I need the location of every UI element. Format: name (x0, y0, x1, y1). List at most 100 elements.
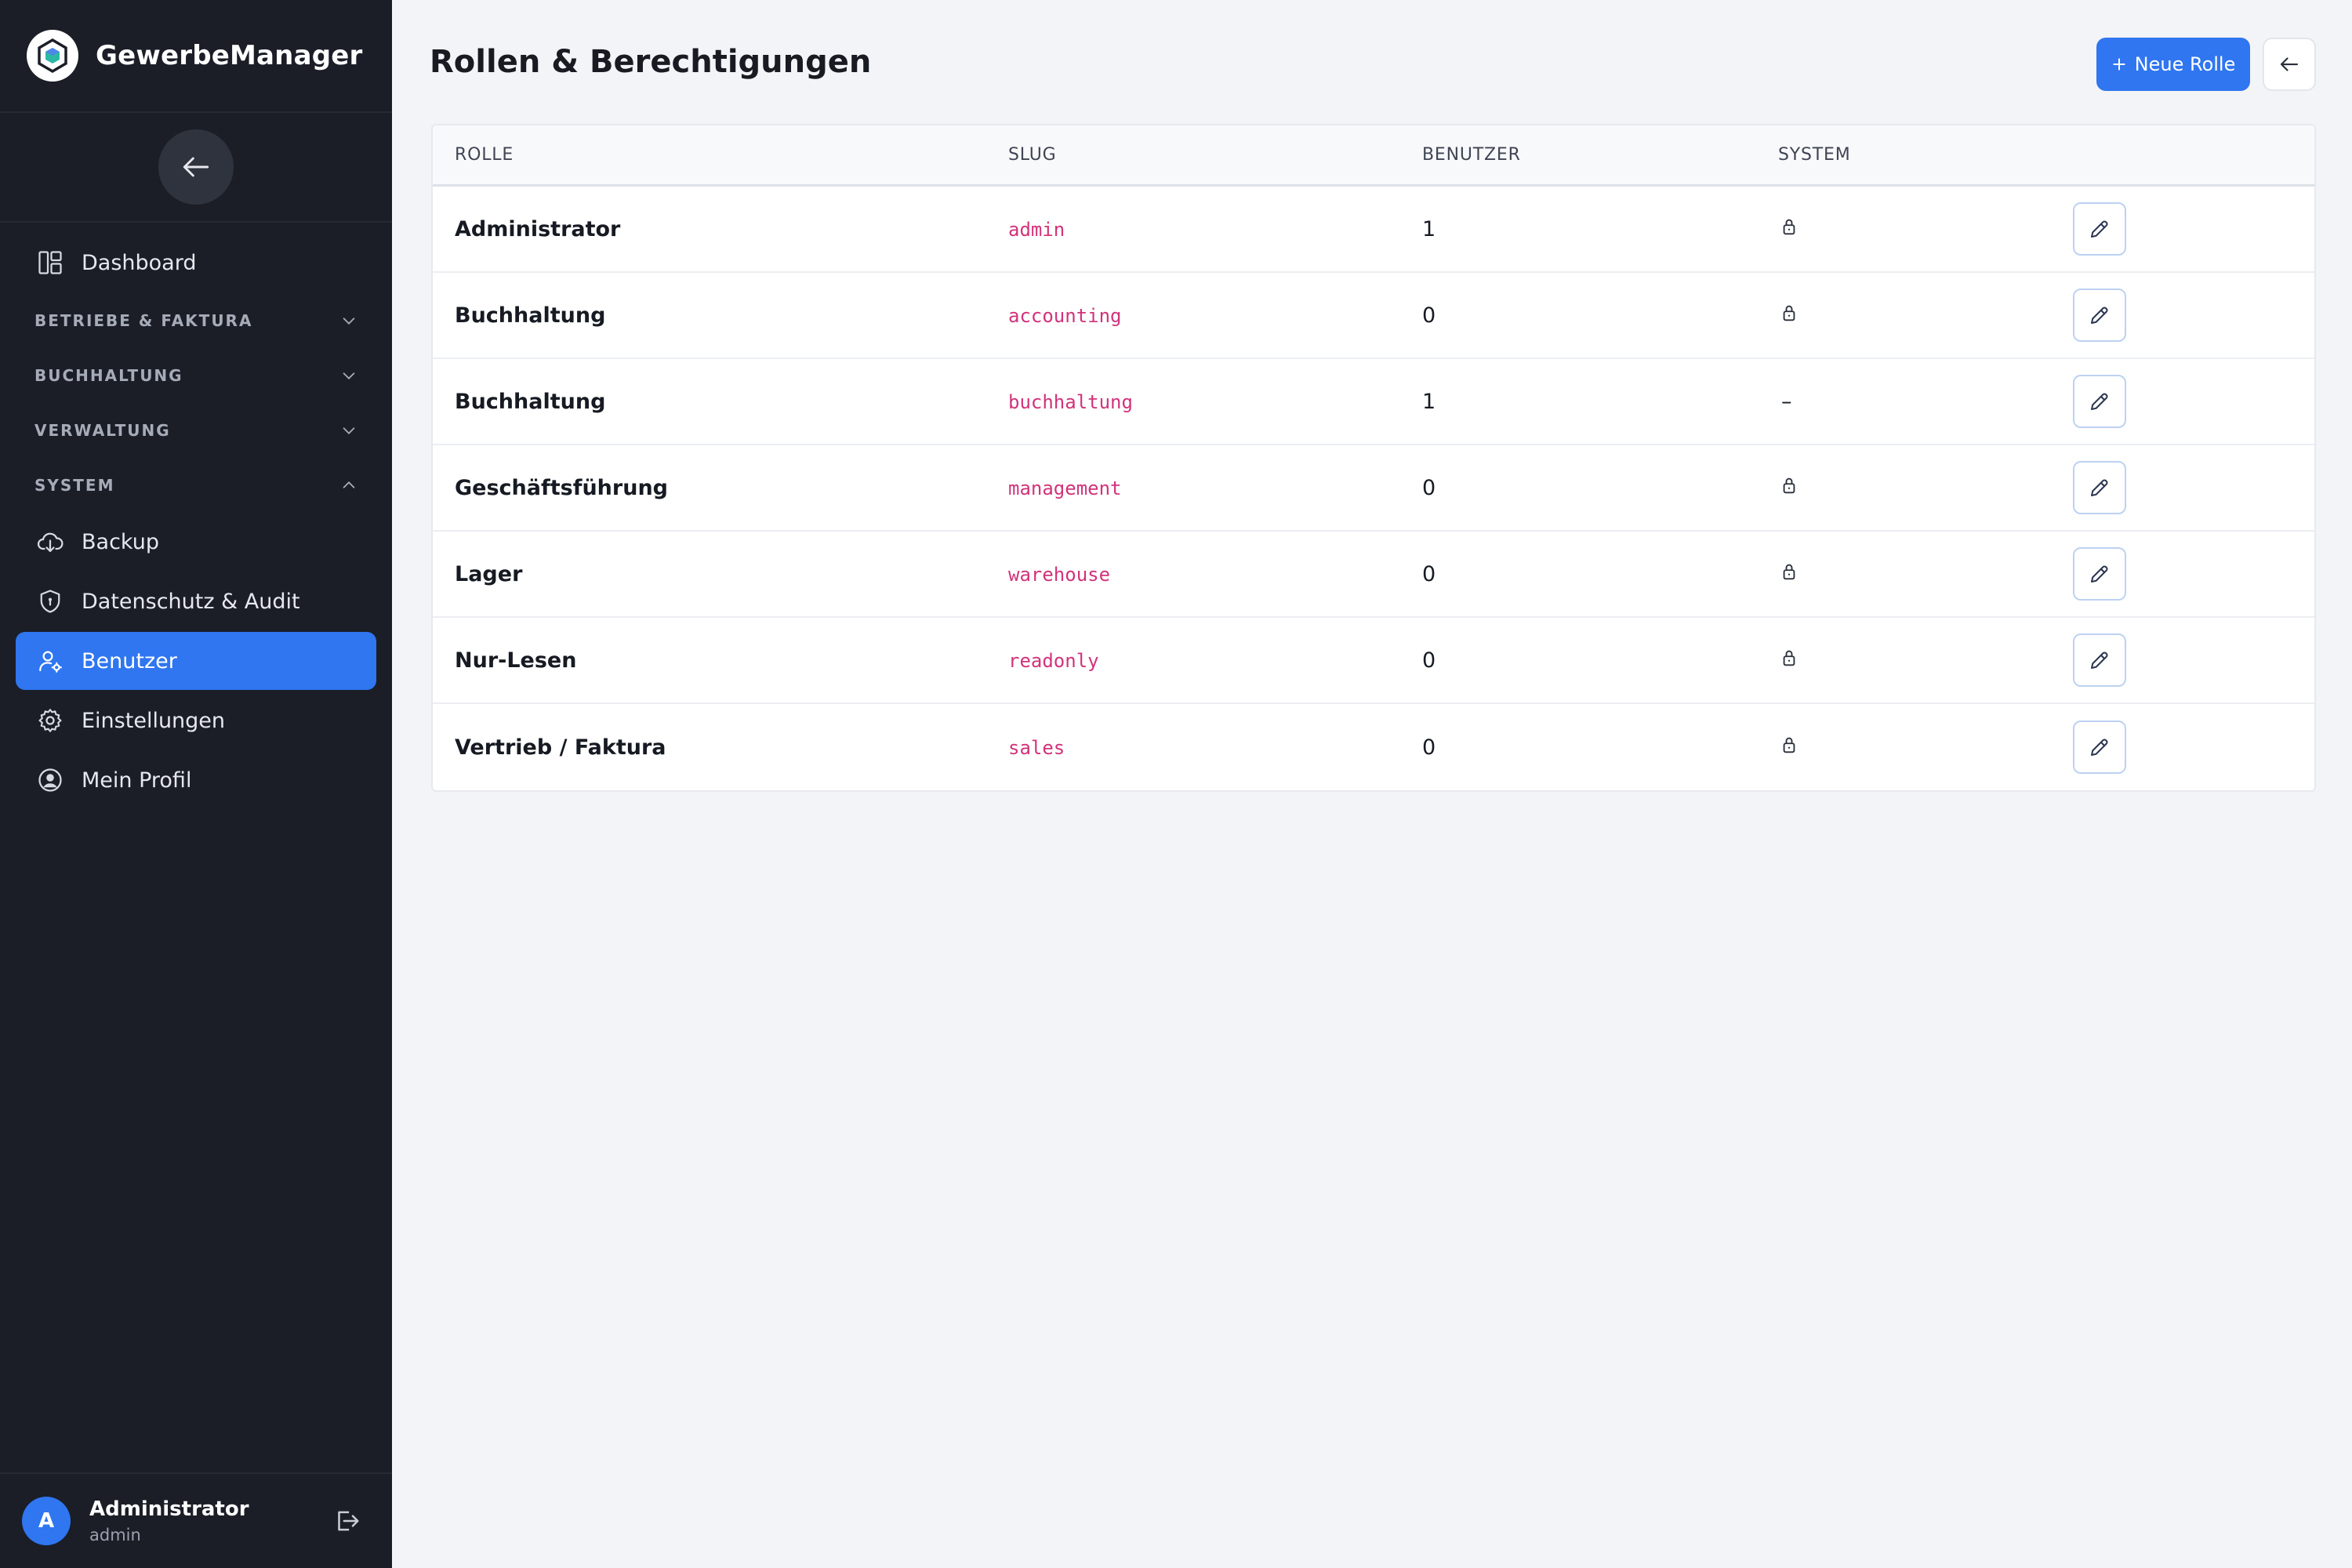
user-info: Administrator admin (89, 1497, 329, 1544)
pencil-icon (2091, 652, 2108, 669)
role-name: Buchhaltung (455, 303, 606, 328)
avatar[interactable]: A (22, 1497, 71, 1545)
lock-icon (1783, 477, 1795, 493)
sidebar-item-label: Datenschutz & Audit (82, 589, 300, 614)
role-slug: accounting (1008, 304, 1122, 327)
brand-name: GewerbeManager (96, 40, 363, 71)
sidebar-item-label: Backup (82, 529, 159, 554)
sidebar-section-betriebe[interactable]: BETRIEBE & FAKTURA (16, 293, 376, 348)
role-slug: admin (1008, 218, 1065, 241)
section-label: BETRIEBE & FAKTURA (34, 311, 253, 330)
edit-role-button[interactable] (2073, 720, 2126, 774)
chevron-down-icon (343, 372, 355, 379)
sidebar-item-label: Dashboard (82, 250, 197, 275)
edit-role-button[interactable] (2073, 633, 2126, 687)
collapse-sidebar-button[interactable] (158, 129, 234, 205)
current-user: A Administrator admin (0, 1472, 392, 1568)
user-name: Administrator (89, 1497, 249, 1521)
sidebar-item-profil[interactable]: Mein Profil (16, 751, 376, 809)
logout-icon (338, 1511, 359, 1531)
role-user-count: 0 (1422, 648, 1436, 673)
new-role-button[interactable]: Neue Rolle (2096, 38, 2250, 91)
table-row: Buchhaltung buchhaltung 1 – (433, 359, 2314, 445)
back-button[interactable] (2263, 38, 2316, 91)
role-user-count: 0 (1422, 735, 1436, 760)
roles-table: ROLLE SLUG BENUTZER SYSTEM Administrator… (431, 124, 2316, 792)
pencil-icon (2091, 479, 2108, 496)
role-user-count: 1 (1422, 389, 1436, 414)
table-row: Administrator admin 1 (433, 187, 2314, 273)
new-role-label: Neue Rolle (2134, 53, 2236, 75)
role-name: Nur-Lesen (455, 648, 577, 673)
role-user-count: 0 (1422, 303, 1436, 328)
table-row: Buchhaltung accounting 0 (433, 273, 2314, 359)
sidebar-item-dashboard[interactable]: Dashboard (16, 234, 376, 292)
column-header-benutzer[interactable]: BENUTZER (1422, 145, 1778, 165)
gear-icon (34, 705, 66, 736)
user-circle-icon (34, 764, 66, 796)
pencil-icon (2091, 393, 2108, 410)
edit-role-button[interactable] (2073, 461, 2126, 514)
sidebar-item-datenschutz[interactable]: Datenschutz & Audit (16, 572, 376, 630)
table-header: ROLLE SLUG BENUTZER SYSTEM (433, 125, 2314, 187)
table-row: Vertrieb / Faktura sales 0 (433, 704, 2314, 790)
sidebar-item-einstellungen[interactable]: Einstellungen (16, 691, 376, 750)
role-system-cell: – (1778, 390, 2073, 414)
collapse-area (0, 113, 392, 223)
table-row: Lager warehouse 0 (433, 532, 2314, 618)
edit-role-button[interactable] (2073, 375, 2126, 428)
main-content: Rollen & Berechtigungen Neue Rolle ROLLE… (392, 0, 2352, 1568)
sidebar-section-verwaltung[interactable]: VERWALTUNG (16, 403, 376, 458)
cloud-download-icon (34, 526, 66, 557)
shield-icon (34, 586, 66, 617)
role-name: Lager (455, 561, 523, 586)
role-system-cell (1778, 474, 2073, 502)
sidebar-item-benutzer[interactable]: Benutzer (16, 632, 376, 690)
sidebar-item-label: Mein Profil (82, 768, 192, 793)
section-label: SYSTEM (34, 476, 115, 495)
lock-icon (1783, 650, 1795, 666)
edit-role-button[interactable] (2073, 289, 2126, 342)
role-user-count: 0 (1422, 561, 1436, 586)
lock-icon (1783, 219, 1795, 234)
role-slug: sales (1008, 736, 1065, 759)
edit-role-button[interactable] (2073, 202, 2126, 256)
role-system-cell (1778, 561, 2073, 588)
sidebar-item-backup[interactable]: Backup (16, 513, 376, 571)
sidebar-section-buchhaltung[interactable]: BUCHHALTUNG (16, 348, 376, 403)
column-header-system[interactable]: SYSTEM (1778, 145, 2073, 165)
pencil-icon (2091, 307, 2108, 324)
chevron-down-icon (343, 318, 355, 325)
brand[interactable]: GewerbeManager (0, 0, 392, 113)
sidebar-section-system[interactable]: SYSTEM (16, 458, 376, 513)
table-body: Administrator admin 1 Buchhaltung accoun… (433, 187, 2314, 790)
column-header-rolle[interactable]: ROLLE (433, 145, 1008, 165)
system-none: – (1781, 389, 1792, 414)
sidebar-nav: Dashboard BETRIEBE & FAKTURA BUCHHALTUNG… (0, 223, 392, 809)
lock-icon (1783, 305, 1795, 321)
role-system-cell (1778, 647, 2073, 674)
role-system-cell (1778, 216, 2073, 243)
column-header-slug[interactable]: SLUG (1008, 145, 1422, 165)
role-slug: management (1008, 477, 1122, 499)
role-system-cell (1778, 734, 2073, 761)
table-row: Nur-Lesen readonly 0 (433, 618, 2314, 704)
lock-icon (1783, 564, 1795, 579)
user-gear-icon (34, 645, 66, 677)
lock-icon (1783, 737, 1795, 753)
role-name: Geschäftsführung (455, 475, 668, 500)
plus-icon (2112, 58, 2125, 71)
role-user-count: 1 (1422, 216, 1436, 241)
pencil-icon (2091, 739, 2108, 756)
role-slug: warehouse (1008, 563, 1111, 586)
sidebar-item-label: Einstellungen (82, 708, 226, 733)
role-system-cell (1778, 302, 2073, 329)
table-row: Geschäftsführung management 0 (433, 445, 2314, 532)
pencil-icon (2091, 220, 2108, 238)
role-user-count: 0 (1422, 475, 1436, 500)
role-name: Vertrieb / Faktura (455, 735, 666, 760)
role-name: Buchhaltung (455, 389, 606, 414)
logout-button[interactable] (329, 1504, 364, 1538)
edit-role-button[interactable] (2073, 547, 2126, 601)
role-slug: readonly (1008, 649, 1099, 672)
